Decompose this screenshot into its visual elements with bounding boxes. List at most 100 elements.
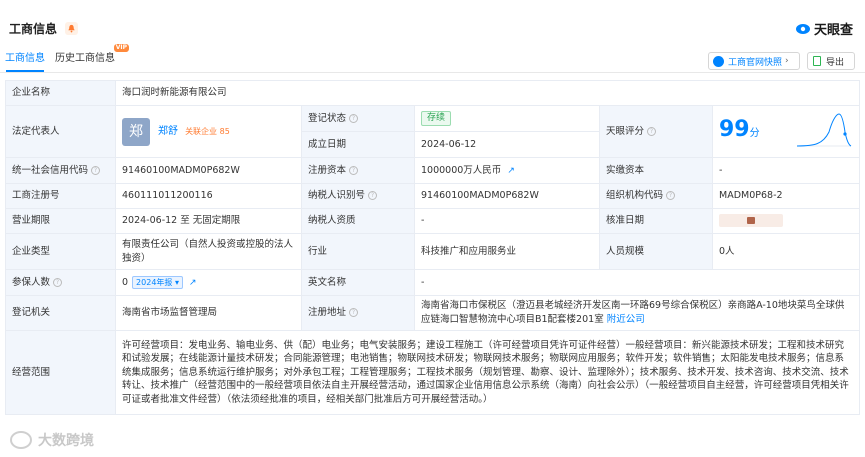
insured-count: 0 — [122, 276, 129, 288]
label-founded: 成立日期 — [301, 131, 415, 158]
table-row: 法定代表人 郑 郑舒 关联企业 85 登记状态? 存续 天眼评分? 99分 — [5, 105, 861, 158]
help-icon[interactable]: ? — [91, 165, 101, 175]
label-approval-date: 核准日期 — [599, 208, 713, 234]
legal-rep-cell: 郑 郑舒 关联企业 85 — [115, 105, 302, 158]
label-reg-capital: 注册资本? — [301, 157, 415, 184]
help-icon[interactable]: ? — [349, 113, 359, 123]
label-text: 天眼评分 — [606, 125, 645, 137]
label-scope: 经营范围 — [5, 330, 116, 415]
brand-name: 天眼查 — [813, 23, 853, 38]
eye-logo-icon — [795, 23, 810, 34]
trend-chart-icon[interactable]: ↗ — [507, 166, 515, 176]
annual-report-label: 2024年报 — [136, 277, 173, 287]
table-row: 工商注册号 460111011200116 纳税人识别号? 91460100MA… — [5, 183, 861, 209]
official-snapshot-button[interactable]: 工商官网快照 › — [708, 52, 800, 70]
section-header: 工商信息 — [9, 15, 79, 41]
score-unit: 分 — [749, 127, 760, 139]
bell-icon[interactable] — [65, 21, 79, 35]
table-row: 参保人数? 0 2024年报 ▾ ↗ 英文名称 - — [5, 269, 861, 296]
label-text: 统一社会信用代码 — [12, 164, 89, 176]
user-icon — [713, 55, 724, 67]
tab-business-info[interactable]: 工商信息 — [0, 46, 50, 72]
reg-capital: 1000000万人民币 — [421, 164, 502, 176]
reg-status-cell: 存续 — [414, 105, 600, 132]
help-icon[interactable]: ? — [53, 277, 63, 287]
trend-chart-icon[interactable]: ↗ — [189, 278, 197, 288]
avatar[interactable]: 郑 — [122, 117, 150, 146]
page-title: 工商信息 — [9, 21, 58, 36]
chevron-right-icon: › — [785, 56, 789, 66]
label-company-name: 企业名称 — [5, 80, 116, 106]
reg-number: 460111011200116 — [115, 183, 302, 209]
english-name: - — [413, 269, 861, 296]
label-legal-rep: 法定代表人 — [5, 105, 116, 158]
address-cell: 海南省海口市保税区（澄迈县老城经济开发区南一环路69号综合保税区）亲商路A-10… — [413, 295, 861, 331]
tab-history-info[interactable]: 历史工商信息 VIP — [50, 44, 129, 72]
label-text: 参保人数 — [12, 276, 51, 288]
watermark-text: 大数跨境 — [38, 433, 94, 449]
label-industry: 行业 — [301, 233, 415, 270]
label-tianyan-score: 天眼评分? — [599, 105, 713, 158]
nearby-companies-link[interactable]: 附近公司 — [607, 314, 645, 325]
industry: 科技推广和应用服务业 — [414, 233, 600, 270]
label-paid-capital: 实缴资本 — [599, 157, 713, 184]
label-business-term: 营业期限 — [5, 208, 116, 234]
score-value: 99 — [719, 116, 750, 142]
tianyancha-logo: 天眼查 — [795, 19, 853, 38]
table-row: 企业名称 海口润时新能源有限公司 — [5, 80, 861, 106]
table-row: 经营范围 许可经营项目：发电业务、输电业务、供（配）电业务；电气安装服务；建设工… — [5, 330, 861, 415]
legal-rep-name[interactable]: 郑舒 — [158, 126, 178, 137]
vip-badge: VIP — [113, 44, 129, 52]
label-taxpayer-quality: 纳税人资质 — [301, 208, 415, 234]
label-reg-number: 工商注册号 — [5, 183, 116, 209]
related-companies-badge[interactable]: 关联企业 85 — [185, 127, 230, 136]
help-icon[interactable]: ? — [666, 191, 676, 200]
staff-size: 0人 — [711, 233, 861, 270]
table-row: 营业期限 2024-06-12 至 无固定期限 纳税人资质 - 核准日期 — [5, 208, 861, 234]
authority: 海南省市场监督管理局 — [115, 295, 302, 331]
status-badge: 存续 — [421, 111, 452, 126]
org-code: MADM0P68-2 — [711, 183, 861, 209]
button-label: 工商官网快照 — [728, 57, 783, 68]
label-reg-status: 登记状态? — [301, 105, 415, 132]
help-icon[interactable]: ? — [349, 308, 359, 317]
button-label: 导出 — [826, 57, 845, 68]
table-row: 登记机关 海南省市场监督管理局 注册地址? 海南省海口市保税区（澄迈县老城经济开… — [5, 295, 861, 331]
company-type: 有限责任公司（自然人投资或控股的法人独资） — [115, 233, 302, 270]
watermark: 大数跨境 — [10, 430, 94, 450]
label-text: 注册资本 — [308, 164, 347, 176]
lock-icon — [747, 217, 755, 224]
label-english-name: 英文名称 — [301, 269, 415, 296]
help-icon[interactable]: ? — [647, 126, 657, 136]
label-address: 注册地址? — [301, 295, 415, 331]
tab-bar: 工商信息 历史工商信息 VIP — [0, 44, 129, 72]
legal-rep-info: 郑舒 关联企业 85 — [158, 125, 230, 139]
excel-icon — [813, 56, 821, 66]
business-scope: 许可经营项目：发电业务、输电业务、供（配）电业务；电气安装服务；建设工程施工（许… — [114, 330, 861, 415]
label-text: 纳税人识别号 — [308, 190, 366, 201]
tianyan-score-cell[interactable]: 99分 — [711, 105, 861, 158]
label-insured: 参保人数? — [5, 269, 116, 296]
label-taxpayer-id: 纳税人识别号? — [301, 183, 415, 209]
label-text: 登记状态 — [308, 112, 347, 124]
locked-value[interactable] — [719, 214, 783, 227]
help-icon[interactable]: ? — [349, 165, 359, 175]
help-icon[interactable]: ? — [368, 191, 378, 200]
label-company-type: 企业类型 — [5, 233, 116, 270]
taxpayer-id: 91460100MADM0P682W — [414, 183, 600, 209]
label-org-code: 组织机构代码? — [599, 183, 713, 209]
export-button[interactable]: 导出 — [807, 52, 855, 70]
label-text: 注册地址 — [308, 307, 347, 318]
tab-label: 历史工商信息 — [55, 53, 115, 64]
watermark-logo-icon — [10, 431, 32, 449]
score-distribution-curve — [797, 113, 852, 147]
business-term: 2024-06-12 至 无固定期限 — [115, 208, 302, 234]
annual-report-select[interactable]: 2024年报 ▾ — [132, 275, 183, 289]
insured-cell: 0 2024年报 ▾ ↗ — [115, 269, 302, 296]
table-row: 企业类型 有限责任公司（自然人投资或控股的法人独资） 行业 科技推广和应用服务业… — [5, 233, 861, 270]
label-staff-size: 人员规模 — [599, 233, 713, 270]
business-info-table: 企业名称 海口润时新能源有限公司 法定代表人 郑 郑舒 关联企业 85 登记状态… — [5, 80, 861, 415]
paid-capital: - — [711, 157, 861, 184]
approval-date-cell — [711, 208, 861, 234]
label-authority: 登记机关 — [5, 295, 116, 331]
